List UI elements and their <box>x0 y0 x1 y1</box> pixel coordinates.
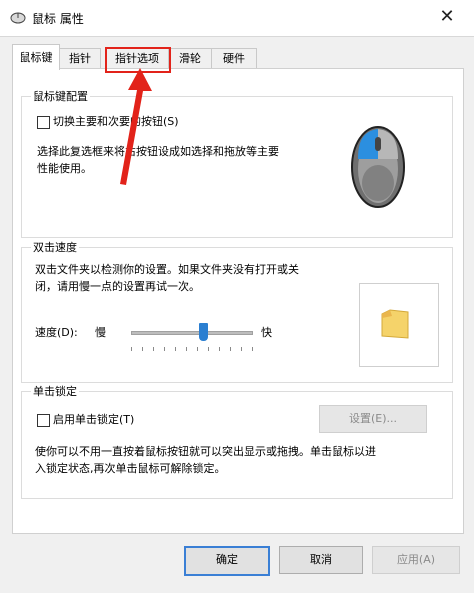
tab-wheel[interactable]: 滑轮 <box>168 48 212 69</box>
tab-label: 滑轮 <box>179 52 201 65</box>
fast-label: 快 <box>261 326 272 339</box>
click-lock-label: 启用单击锁定(T) <box>53 413 135 426</box>
group-title: 鼠标键配置 <box>31 88 90 104</box>
tab-pointers[interactable]: 指针 <box>59 48 101 69</box>
test-area[interactable] <box>359 283 439 367</box>
description-line: 性能使用。 <box>37 162 92 175</box>
apply-button[interactable]: 应用(A) <box>372 546 460 574</box>
click-lock-checkbox[interactable] <box>37 414 50 427</box>
folder-icon[interactable] <box>380 306 410 340</box>
tab-panel: 鼠标键配置 切换主要和次要的按钮(S) 选择此复选框来将右按钮设成如选择和拖放等… <box>12 68 464 534</box>
description-line: 双击文件夹以检测你的设置。如果文件夹没有打开或关 <box>35 263 299 276</box>
tab-hardware[interactable]: 硬件 <box>211 48 257 69</box>
description-line: 闭，请用慢一点的设置再试一次。 <box>35 280 200 293</box>
speed-slider-thumb[interactable] <box>199 323 208 341</box>
tab-label: 鼠标键 <box>19 51 53 64</box>
description-line: 入锁定状态,再次单击鼠标可解除锁定。 <box>35 462 226 475</box>
mouse-app-icon <box>10 12 26 24</box>
title-bar: 鼠标 属性 ✕ <box>0 0 474 36</box>
red-arrow-annotation <box>120 68 152 185</box>
group-title: 双击速度 <box>31 239 79 255</box>
group-title: 单击锁定 <box>31 383 79 399</box>
tab-mouse-buttons[interactable]: 鼠标键 <box>12 44 60 70</box>
ok-button[interactable]: 确定 <box>184 546 270 576</box>
tab-label: 硬件 <box>223 52 245 65</box>
speed-slider-track[interactable] <box>131 331 253 335</box>
speed-label: 速度(D): <box>35 326 78 339</box>
cancel-button[interactable]: 取消 <box>279 546 363 574</box>
switch-buttons-checkbox[interactable] <box>37 116 50 129</box>
mouse-illustration <box>351 126 405 208</box>
slider-ticks <box>131 347 253 351</box>
tab-label: 指针 <box>69 52 91 65</box>
slow-label: 慢 <box>95 326 106 339</box>
close-button[interactable]: ✕ <box>432 4 462 30</box>
click-lock-settings-button[interactable]: 设置(E)... <box>319 405 427 433</box>
window-title: 鼠标 属性 <box>32 12 84 26</box>
description-line: 使你可以不用一直按着鼠标按钮就可以突出显示或拖拽。单击鼠标以进 <box>35 445 376 458</box>
